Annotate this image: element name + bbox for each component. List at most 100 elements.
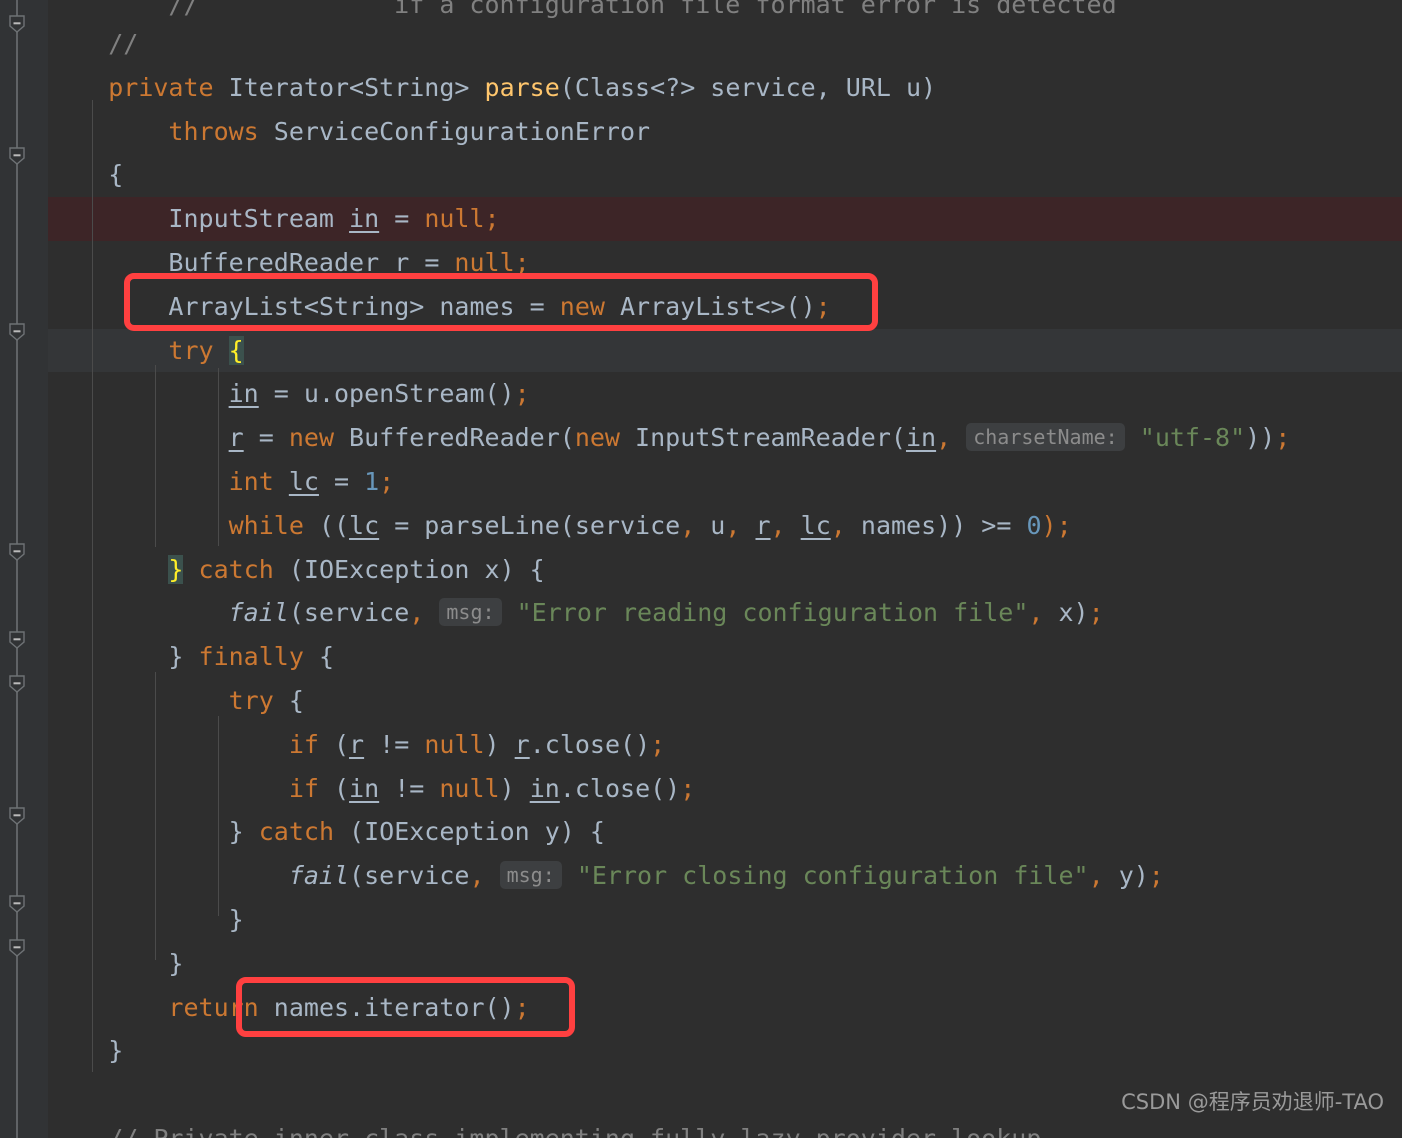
code-line-close-brace[interactable]: }	[0, 898, 1402, 942]
code-token-txt: {	[303, 642, 334, 672]
code-line-declaration[interactable]: int lc = 1;	[0, 460, 1402, 504]
code-token-txt: .close()	[559, 773, 681, 803]
code-line-method-signature[interactable]: private Iterator<String> parse(Class<?> …	[0, 66, 1402, 110]
code-token-fld: r	[349, 729, 365, 759]
code-token-semi: ,	[1088, 861, 1104, 891]
code-line-comment-cut[interactable]: // if a configuration file format error …	[0, 0, 1402, 22]
parameter-hint-chip: msg:	[499, 861, 562, 890]
code-token-txt: }	[48, 904, 244, 934]
fold-marker-inner-catch[interactable]	[7, 806, 27, 826]
code-token-txt: ))	[1245, 423, 1276, 453]
code-token-kw: new	[574, 423, 620, 453]
code-token-fld: in	[905, 423, 937, 453]
fold-marker-catch[interactable]	[7, 542, 27, 562]
code-token-semi: ;	[514, 379, 530, 409]
fold-marker-close-1[interactable]	[7, 894, 27, 914]
code-line-try-open[interactable]: try {	[0, 679, 1402, 723]
code-content[interactable]: // if a configuration file format error …	[0, 0, 1402, 1138]
fold-marker-method[interactable]	[7, 146, 27, 166]
editor-gutter[interactable]	[0, 0, 48, 1138]
code-token-cmt: // Private inner class implementing full…	[48, 1124, 1041, 1138]
code-token-kw: private	[108, 72, 214, 102]
code-line-comment-cut-bottom[interactable]: // Private inner class implementing full…	[0, 1117, 1402, 1138]
code-token-txt: }	[168, 642, 199, 672]
code-token-txt: ArrayList<String> names =	[168, 291, 560, 321]
code-token-semi: ;	[680, 773, 696, 803]
code-line-while-loop[interactable]: while ((lc = parseLine(service, u, r, lc…	[0, 504, 1402, 548]
code-line-close-brace[interactable]: }	[0, 942, 1402, 986]
code-token-cmt: //	[48, 29, 139, 58]
code-token-brace-m: {	[228, 335, 244, 365]
code-token-cmt: // if a configuration file format error …	[48, 0, 1117, 19]
code-token-kw: try	[228, 685, 274, 715]
code-token-fld: r	[755, 510, 771, 540]
code-token-txt: }	[48, 948, 184, 978]
code-line-statement-with-hint[interactable]: fail(service, msg: "Error closing config…	[0, 854, 1402, 898]
code-line-return-statement[interactable]: return names.iterator();	[0, 986, 1402, 1030]
fold-marker-try[interactable]	[7, 322, 27, 342]
code-token-txt: InputStream	[168, 204, 350, 234]
fold-spine	[16, 0, 18, 1138]
code-token-kw: if	[288, 773, 319, 803]
code-token-semi: ,	[830, 510, 846, 540]
code-token-fld: r	[514, 729, 530, 759]
code-line-catch-clause[interactable]: } catch (IOException y) {	[0, 810, 1402, 854]
code-token-txt: .close()	[529, 729, 651, 759]
indent-guide-try-body	[155, 365, 156, 547]
code-token-semi: ;	[484, 204, 500, 234]
code-token-kw: catch	[258, 817, 334, 847]
code-line-open-brace[interactable]: {	[0, 153, 1402, 197]
code-line-catch-clause[interactable]: } catch (IOException x) {	[0, 548, 1402, 592]
code-token-fld: lc	[288, 466, 319, 496]
code-line-statement[interactable]: in = u.openStream();	[0, 372, 1402, 416]
code-token-txt: =	[243, 423, 289, 453]
fold-marker-inner-try[interactable]	[7, 674, 27, 694]
code-line-declaration[interactable]: BufferedReader r = null;	[0, 241, 1402, 285]
code-token-txt: )	[921, 72, 937, 102]
code-token-txt: (	[318, 729, 350, 759]
indent-guide-finally-body	[155, 672, 156, 960]
code-line-declaration[interactable]: InputStream in = null;	[0, 197, 1402, 241]
code-line-close-brace[interactable]: }	[0, 1029, 1402, 1073]
code-token-semi: ,	[409, 598, 425, 628]
code-line-declaration-boxed[interactable]: ArrayList<String> names = new ArrayList<…	[0, 285, 1402, 329]
code-token-txt: = parseLine(service	[379, 510, 681, 540]
code-editor[interactable]: // if a configuration file format error …	[0, 0, 1402, 1138]
fold-marker-comment[interactable]	[7, 14, 27, 34]
code-line-if-statement[interactable]: if (r != null) r.close();	[0, 723, 1402, 767]
code-token-fld: in	[349, 204, 380, 234]
fold-marker-finally[interactable]	[7, 630, 27, 650]
code-line-throws-clause[interactable]: throws ServiceConfigurationError	[0, 110, 1402, 154]
code-line-try-open[interactable]: try {	[0, 328, 1402, 373]
code-token-semi: ,	[469, 861, 485, 891]
code-line-statement-with-hint[interactable]: r = new BufferedReader(new InputStreamRe…	[0, 416, 1402, 460]
code-token-txt: (	[318, 773, 350, 803]
code-line-comment[interactable]: //	[0, 22, 1402, 66]
code-token-num: 0	[1026, 510, 1042, 540]
code-token-txt: )	[484, 729, 515, 759]
code-line-if-statement[interactable]: if (in != null) in.close();	[0, 767, 1402, 811]
indent-guide-inner-try	[218, 716, 219, 916]
code-token-str: "Error closing configuration file"	[576, 861, 1089, 891]
code-token-fld: r	[394, 247, 410, 277]
code-line-finally-clause[interactable]: } finally {	[0, 635, 1402, 679]
code-line-statement-with-hint[interactable]: fail(service, msg: "Error reading config…	[0, 591, 1402, 635]
code-token-fld: in	[228, 379, 259, 409]
fold-marker-close-2[interactable]	[7, 938, 27, 958]
